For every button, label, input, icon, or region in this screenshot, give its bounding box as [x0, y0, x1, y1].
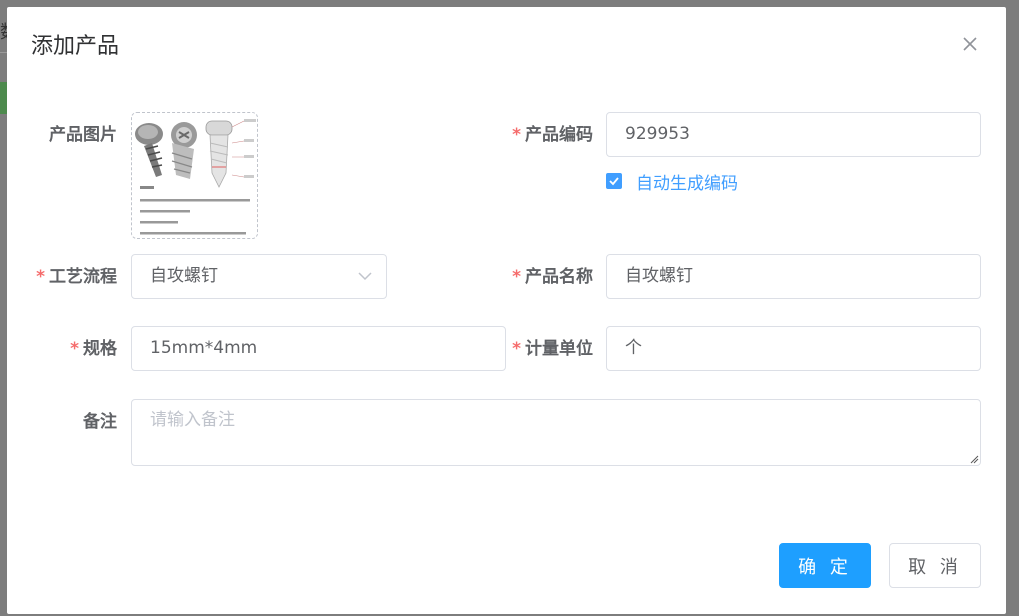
process-label: * 工艺流程 — [36, 267, 117, 287]
checkbox-checked-icon[interactable] — [606, 173, 622, 189]
confirm-button[interactable]: 确 定 — [779, 543, 871, 588]
product-name-input[interactable]: 自攻螺钉 — [606, 254, 981, 299]
spec-input[interactable]: 15mm*4mm — [131, 326, 506, 371]
remark-label: 备注 — [83, 412, 117, 432]
unit-input[interactable]: 个 — [606, 326, 981, 371]
unit-label: * 计量单位 — [512, 339, 593, 359]
add-product-dialog: 添加产品 产品图片 * 产品编码 929953 自动生成编码 * 工艺流程 自攻… — [7, 7, 1006, 614]
remark-placeholder: 请输入备注 — [150, 410, 235, 430]
resize-handle-icon[interactable] — [969, 454, 979, 464]
auto-generate-code-label[interactable]: 自动生成编码 — [636, 169, 738, 194]
product-code-label: * 产品编码 — [512, 125, 593, 145]
cancel-button[interactable]: 取 消 — [889, 543, 981, 588]
chevron-down-icon — [358, 272, 372, 281]
product-name-label: * 产品名称 — [512, 267, 593, 287]
auto-generate-code-checkbox[interactable]: 自动生成编码 — [606, 167, 738, 195]
process-select[interactable]: 自攻螺钉 — [131, 254, 387, 299]
close-icon[interactable] — [959, 33, 981, 55]
product-image-label: 产品图片 — [49, 125, 117, 145]
remark-textarea[interactable]: 请输入备注 — [131, 399, 981, 466]
spec-label: * 规格 — [70, 339, 117, 359]
screw-product-image — [132, 113, 257, 238]
product-code-input[interactable]: 929953 — [606, 112, 981, 157]
dialog-title: 添加产品 — [31, 34, 120, 59]
product-image-upload[interactable] — [131, 112, 258, 239]
